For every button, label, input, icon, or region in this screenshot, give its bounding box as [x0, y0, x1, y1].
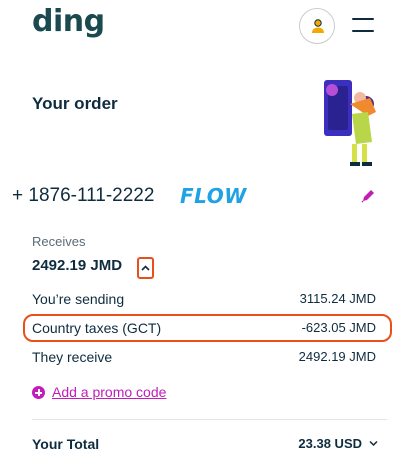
promo-code-label[interactable]: Add a promo code: [52, 384, 166, 400]
breakdown-label: They receive: [32, 349, 113, 365]
page-title: Your order: [32, 94, 118, 113]
operator-logo: FLOW: [180, 184, 247, 208]
breakdown-value: 2492.19 JMD: [298, 349, 376, 364]
chevron-up-icon: [141, 265, 150, 271]
receives-label: Receives: [32, 234, 86, 249]
breakdown-label: Country taxes (GCT): [32, 320, 162, 336]
hamburger-icon: [352, 18, 374, 20]
divider: [32, 419, 387, 420]
phone-person-illustration: [324, 80, 376, 166]
header: ding: [0, 0, 405, 60]
account-button[interactable]: [299, 8, 335, 44]
breakdown-label: You’re sending: [32, 291, 125, 307]
menu-button[interactable]: [352, 14, 374, 36]
pencil-icon[interactable]: [360, 188, 376, 204]
total-value: 23.38 USD: [298, 436, 362, 451]
breakdown-toggle-button[interactable]: [137, 257, 154, 279]
breakdown-value: 3115.24 JMD: [299, 291, 376, 306]
breakdown-value: -623.05 JMD: [301, 320, 376, 335]
receives-amount: 2492.19 JMD: [32, 257, 123, 274]
chevron-down-icon[interactable]: [369, 440, 378, 447]
plus-circle-icon: [32, 386, 45, 399]
hamburger-icon: [352, 30, 374, 32]
ding-logo[interactable]: ding: [32, 4, 105, 39]
recipient-row: + 1876-111-2222 FLOW: [12, 184, 382, 210]
total-label: Your Total: [32, 436, 100, 452]
user-icon: [312, 19, 324, 33]
phone-number: + 1876-111-2222: [12, 185, 155, 206]
total-row[interactable]: Your Total 23.38 USD: [32, 436, 378, 456]
